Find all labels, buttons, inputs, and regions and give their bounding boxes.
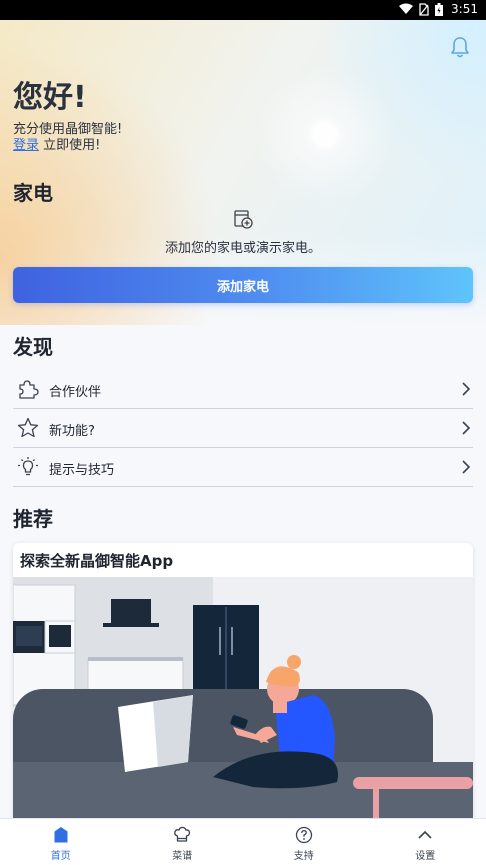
chevron-up-icon: [416, 826, 434, 844]
puzzle-icon: [17, 378, 39, 400]
nav-home[interactable]: 首页: [0, 819, 122, 865]
recommend-title: 推荐: [13, 503, 53, 532]
status-bar: 3:51: [0, 0, 486, 20]
nav-recipes[interactable]: 菜谱: [122, 819, 244, 865]
nav-label: 支持: [243, 847, 365, 862]
appliances-title: 家电: [13, 177, 53, 206]
home-icon: [52, 826, 70, 844]
appliances-empty-text: 添加您的家电或演示家电。: [0, 237, 486, 256]
discover-item-label: 提示与技巧: [49, 459, 114, 478]
help-icon: [295, 826, 313, 844]
login-suffix: 立即使用!: [39, 138, 100, 153]
living-room-illustration: [13, 577, 473, 833]
chevron-right-icon: [461, 421, 471, 435]
login-prompt: 登录 立即使用!: [13, 134, 100, 153]
chevron-right-icon: [461, 382, 471, 396]
discover-title: 发现: [13, 331, 53, 360]
discover-item-new-features[interactable]: 新功能?: [13, 409, 473, 448]
nav-label: 首页: [0, 847, 122, 862]
bottom-navigation: 首页 菜谱 支持 设置: [0, 818, 486, 865]
add-appliance-button[interactable]: 添加家电: [13, 267, 473, 303]
notification-bell-icon[interactable]: [449, 35, 471, 59]
battery-icon: [435, 3, 443, 16]
chevron-right-icon: [461, 460, 471, 474]
recommend-card-title: 探索全新晶御智能App: [20, 550, 173, 571]
star-icon: [17, 417, 39, 439]
status-time: 3:51: [451, 2, 478, 16]
chef-hat-icon: [173, 826, 191, 844]
greeting-title: 您好!: [13, 72, 87, 116]
lightbulb-icon: [17, 456, 39, 478]
login-link[interactable]: 登录: [13, 138, 39, 153]
nav-label: 设置: [365, 847, 486, 862]
nav-support[interactable]: 支持: [243, 819, 365, 865]
no-sim-icon: [419, 3, 429, 16]
discover-list: 合作伙伴 新功能? 提示与技巧: [13, 370, 473, 487]
discover-item-label: 合作伙伴: [49, 381, 101, 400]
discover-item-partners[interactable]: 合作伙伴: [13, 370, 473, 409]
wifi-icon: [399, 3, 413, 15]
nav-label: 菜谱: [122, 847, 244, 862]
discover-item-tips[interactable]: 提示与技巧: [13, 448, 473, 487]
nav-settings[interactable]: 设置: [365, 819, 486, 865]
add-appliance-icon: [233, 209, 253, 229]
discover-item-label: 新功能?: [49, 420, 95, 439]
status-icons: 3:51: [399, 2, 478, 16]
recommend-card[interactable]: 探索全新晶御智能App: [13, 543, 473, 833]
